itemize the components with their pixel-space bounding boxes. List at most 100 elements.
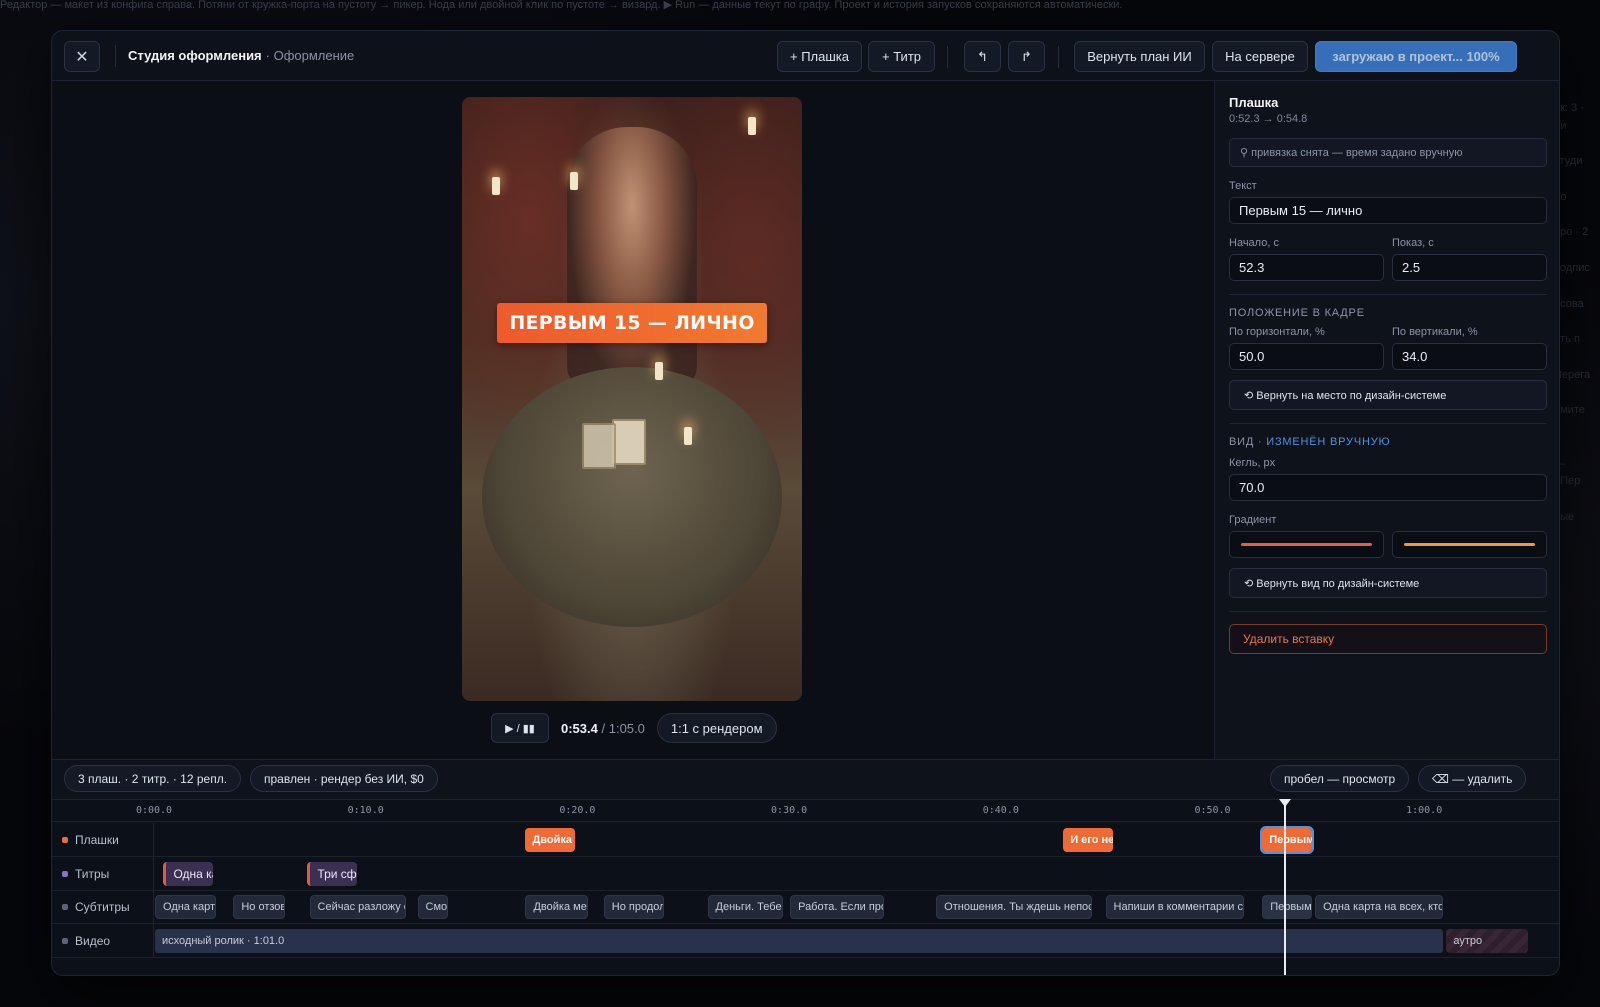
timeline[interactable]: 0:00.0 0:10.0 0:20.0 0:30.0 0:40.0 0:50.0 1:00… [52,799,1559,975]
redo-icon: ↱ [1021,48,1032,64]
render-state-badge: правлен · рендер без ИИ, $0 [250,765,438,792]
panel-title: Плашка [1229,95,1279,110]
vertical-label: По вертикали, % [1392,326,1478,338]
tarot-card-decor [612,419,646,465]
font-size-label: Кегль, px [1229,457,1276,469]
track-label: Видео [52,923,154,958]
backdrop-line: исова [1554,297,1584,310]
playhead[interactable] [1279,799,1292,975]
panel-divider [1229,611,1547,612]
text-label: Текст [1229,180,1257,192]
backdrop-line: подпис [1554,261,1590,274]
properties-panel: Плашка 0:52.3 → 0:54.8 ⚲ привязка снята … [1214,81,1559,759]
delete-hint-badge: ⌫ — удалить [1418,765,1527,792]
track-video: Видео исходный ролик · 1:01.0 аутро [52,923,1559,958]
reset-view-button[interactable]: ⟲ Вернуть вид по дизайн-системе [1229,568,1547,598]
view-heading: Вид · изменён вручную [1229,436,1547,448]
gradient-end-swatch[interactable] [1392,531,1547,558]
candle-decor [492,177,500,195]
upload-progress-button[interactable]: загружаю в проект... 100% [1315,41,1517,72]
subs-clip[interactable]: Первым [1262,895,1313,919]
track-label-text: Плашки [75,833,119,847]
track-label-text: Видео [75,933,111,948]
track-label-text: Титры [75,866,110,881]
backdrop-line: Перега [1554,368,1591,381]
subs-clip[interactable]: Напиши в комментарии сво [1105,895,1245,919]
on-server-button[interactable]: На сервере [1212,41,1308,72]
track-label: Титры [52,856,154,891]
binding-note: ⚲ привязка снята — время задано вручную [1229,138,1547,167]
timeline-tick: 0:20.0 [559,805,596,816]
preview-plate-overlay[interactable]: ПЕРВЫМ 15 — ЛИЧНО [497,303,767,343]
redo-button[interactable]: ↱ [1008,41,1045,72]
timeline-ruler[interactable]: 0:00.0 0:10.0 0:20.0 0:30.0 0:40.0 0:50.0 1:00… [52,800,1559,822]
title-divider [115,45,116,67]
subs-clip[interactable]: Двойка меч [525,895,589,919]
undo-icon: ↰ [977,48,988,64]
plates-clip[interactable]: И его не [1063,828,1114,852]
plates-clip[interactable]: Первым [1260,826,1315,854]
reset-position-button[interactable]: ⟲ Вернуть на место по дизайн-системе [1229,380,1547,410]
timeline-status-bar: 3 плаш. · 2 титр. · 12 репл. правлен · р… [52,759,1559,799]
horizontal-input[interactable] [1229,343,1384,370]
track-subs: Субтитры Одна карта Но отзове Сейчас разлож… [52,890,1559,924]
add-plate-button[interactable]: + Плашка [777,41,862,72]
close-button[interactable]: ✕ [64,41,100,72]
candle-decor [684,427,692,445]
tarot-card-decor [582,423,616,469]
play-pause-icon: ▶ / ▮▮ [505,722,535,735]
backdrop-right-text: ак: 3 · Ти студи ло аро · 2 подпис исова ить п… [1554,40,1594,526]
backdrop-hint: Редактор — макет из конфига справа. Потя… [0,0,1123,11]
view-modified-badge: изменён вручную [1266,436,1391,448]
gradient-start-line [1241,543,1372,546]
titles-clip[interactable]: Три сфе [307,861,358,886]
track-color-dot [62,937,68,944]
subs-clip[interactable]: Смот [417,895,449,919]
add-title-button[interactable]: + Титр [868,41,935,72]
subs-clip[interactable]: Работа. Если про [790,895,885,919]
subs-clip[interactable]: Одна карта на всех, кто с [1315,895,1444,919]
track-plates: Плашки Двойка И его не Первым [52,823,1559,857]
subs-clip[interactable]: Деньги. Тебе н [707,895,783,919]
video-clip[interactable]: исходный ролик · 1:01.0 [155,928,1444,953]
design-studio-modal: ✕ Студия оформления · Оформление + Плашк… [51,30,1560,976]
studio-title: Студия оформления [128,48,262,63]
video-person [567,127,697,387]
play-pause-button[interactable]: ▶ / ▮▮ [491,713,549,743]
plates-clip[interactable]: Двойка [525,828,576,852]
track-titles: Титры Одна ка Три сфе [52,856,1559,891]
subs-clip[interactable]: Отношения. Ты ждешь непост [936,895,1092,919]
backdrop-line: аро · 2 [1554,226,1589,239]
render-mode-toggle[interactable]: 1:1 с рендером [656,713,777,743]
playhead-handle[interactable] [1279,799,1292,807]
video-clip[interactable]: аутро [1446,928,1529,953]
space-hint-badge: пробел — просмотр [1270,765,1410,792]
track-color-dot [62,870,68,877]
subs-clip[interactable]: Сейчас разложу ее [309,895,407,919]
revert-ai-plan-button[interactable]: Вернуть план ИИ [1074,41,1205,72]
timeline-tick: 0:50.0 [1194,805,1231,816]
video-frame[interactable]: ПЕРВЫМ 15 — ЛИЧНО [462,97,802,701]
undo-button[interactable]: ↰ [964,41,1001,72]
candle-decor [570,172,578,190]
panel-time-range: 0:52.3 → 0:54.8 [1229,113,1308,125]
start-input[interactable] [1229,254,1384,281]
playback-controls: ▶ / ▮▮ 0:53.4 / 1:05.0 1:1 с рендером [491,713,777,743]
candle-decor [655,362,663,380]
titles-clip[interactable]: Одна ка [163,861,214,886]
panel-divider [1229,423,1547,424]
font-size-input[interactable] [1229,474,1547,501]
track-label-text: Субтитры [75,900,130,914]
vertical-input[interactable] [1392,343,1547,370]
subs-clip[interactable]: Но продол [603,895,665,919]
delete-insert-button[interactable]: Удалить вставку [1229,624,1547,654]
timeline-tick: 0:10.0 [347,805,384,816]
gradient-start-swatch[interactable] [1229,531,1384,558]
text-input[interactable] [1229,197,1547,224]
time-readout: 0:53.4 / 1:05.0 [561,721,645,736]
backdrop-line: ло [1554,190,1567,203]
subs-clip[interactable]: Одна карта [155,895,216,919]
duration-label: Показ, с [1392,237,1434,249]
duration-input[interactable] [1392,254,1547,281]
subs-clip[interactable]: Но отзове [233,895,286,919]
